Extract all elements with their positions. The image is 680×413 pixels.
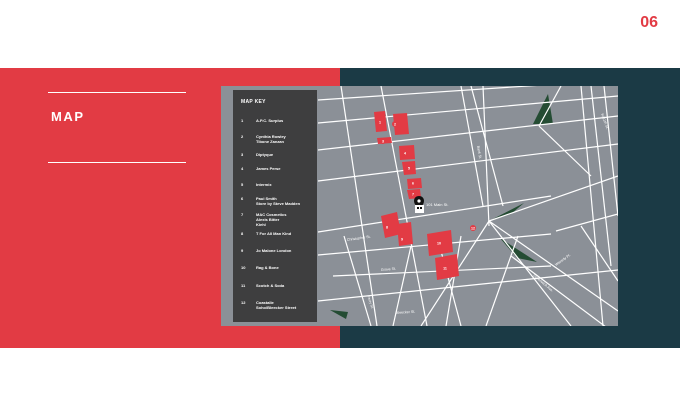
marker-6[interactable]: 6	[410, 180, 416, 186]
map-key-item[interactable]: 10 Rag & Bone	[241, 265, 316, 270]
svg-text:Waverly Pl.: Waverly Pl.	[554, 253, 571, 267]
svg-text:6: 6	[412, 181, 414, 185]
marker-3[interactable]: 3	[380, 138, 386, 144]
svg-text:Christopher St.: Christopher St.	[347, 235, 371, 242]
svg-text:Perry St.: Perry St.	[366, 295, 375, 310]
marker-10[interactable]: 10	[436, 240, 442, 246]
map-key-item[interactable]: 11 Scotch & Soda	[241, 283, 316, 288]
svg-text:Grove St.: Grove St.	[381, 267, 396, 272]
marker-8[interactable]: 8	[384, 224, 390, 230]
map-key-item[interactable]: 3 Diptyque	[241, 152, 316, 157]
map-key-item[interactable]: 5 Intermix	[241, 182, 316, 187]
marker-11[interactable]: 11	[442, 265, 448, 271]
marker-2[interactable]: 2	[392, 121, 398, 127]
park-southwest	[330, 310, 348, 319]
map-key-item[interactable]: 6 Paul Smith Store by Steve Madden	[241, 196, 316, 206]
map-key-title: MAP KEY	[241, 99, 266, 105]
svg-text:2: 2	[394, 122, 396, 126]
store-blocks	[374, 111, 459, 280]
svg-text:4: 4	[404, 151, 406, 155]
marker-5[interactable]: 5	[406, 165, 412, 171]
marker-12[interactable]: 12	[470, 225, 476, 231]
marker-4[interactable]: 4	[402, 150, 408, 156]
location-pin-icon[interactable]	[414, 196, 424, 213]
svg-text:10: 10	[437, 241, 441, 245]
map-key-item[interactable]: 1 A.P.C. Surplus	[241, 118, 316, 123]
map-key-item[interactable]: 7 MAC Cosmetics Alexis Bitter Kiehl	[241, 212, 316, 227]
map-key-item[interactable]: 9 Jo Malone London	[241, 248, 316, 253]
map-key-panel: MAP KEY 1 A.P.C. Surplus 2 Cynthia Rowley …	[233, 90, 317, 322]
svg-text:3: 3	[382, 139, 384, 143]
section-title: MAP	[51, 109, 85, 124]
map-key-item[interactable]: 2 Cynthia Rowley Tibone Zanzan	[241, 134, 316, 144]
svg-text:1: 1	[379, 120, 381, 124]
svg-text:5: 5	[408, 166, 410, 170]
title-divider-bottom	[48, 162, 186, 163]
marker-9[interactable]: 9	[399, 236, 405, 242]
street-grid	[317, 86, 618, 326]
title-divider-top	[48, 92, 186, 93]
svg-text:7: 7	[412, 192, 414, 196]
svg-text:9: 9	[401, 237, 403, 241]
svg-text:12: 12	[471, 226, 475, 230]
marker-1[interactable]: 1	[377, 119, 383, 125]
svg-text:11: 11	[443, 266, 447, 270]
pin-label: 101 Main St.	[426, 202, 448, 207]
marker-7[interactable]: 7	[410, 191, 416, 197]
svg-text:Bank St.: Bank St.	[476, 145, 482, 159]
map-key-item[interactable]: 4 James Perse	[241, 166, 316, 171]
svg-text:8: 8	[386, 225, 388, 229]
svg-text:Bleecker St.: Bleecker St.	[396, 310, 416, 315]
map-key-item[interactable]: 8T For All Man Kind	[241, 231, 316, 236]
map-key-item[interactable]: 12 Coastalle Soho/Bleecker Street	[241, 300, 316, 310]
page-number: 06	[640, 14, 658, 31]
park-east	[489, 203, 524, 221]
